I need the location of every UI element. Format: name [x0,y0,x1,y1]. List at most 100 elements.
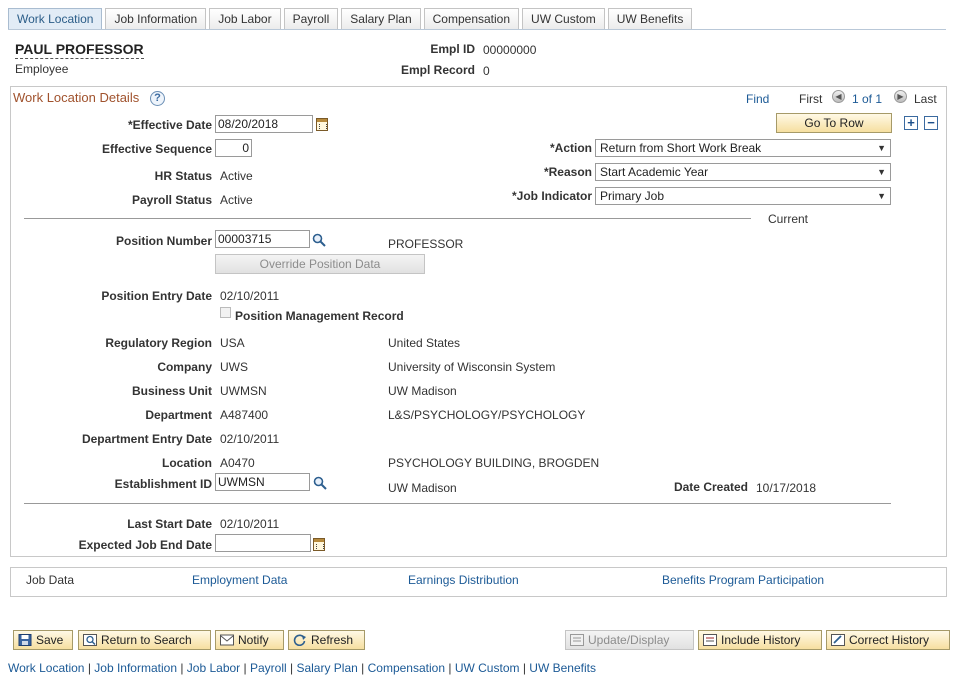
department-label: Department [145,408,212,422]
next-row-icon[interactable]: ▶ [894,90,907,103]
dropdown-arrow-icon: ▼ [877,167,886,177]
position-mgmt-label: Position Management Record [235,309,404,323]
dropdown-arrow-icon: ▼ [877,191,886,201]
footer-link-job-labor[interactable]: Job Labor [187,661,240,675]
hr-status-label: HR Status [154,169,212,183]
return-search-icon [83,634,97,646]
business-unit-value: UWMSN [220,384,267,398]
date-created-label: Date Created [673,480,748,494]
return-to-search-button[interactable]: Return to Search [78,630,211,650]
footer-link-payroll[interactable]: Payroll [250,661,287,675]
company-label: Company [157,360,212,374]
last-start-date-label: Last Start Date [127,517,212,531]
employee-role: Employee [15,62,69,76]
tab-salary-plan[interactable]: Salary Plan [341,8,421,30]
add-row-icon[interactable]: + [904,116,918,130]
include-history-button[interactable]: Include History [698,630,822,650]
department-desc: L&S/PSYCHOLOGY/PSYCHOLOGY [388,408,586,422]
notify-label: Notify [238,633,269,647]
footer-link-uw-benefits[interactable]: UW Benefits [529,661,596,675]
regulatory-region-value: USA [220,336,245,350]
help-icon[interactable]: ? [150,91,165,106]
employment-data-link[interactable]: Employment Data [192,573,287,587]
tab-payroll[interactable]: Payroll [283,8,339,30]
reason-label: *Reason [543,165,592,179]
establishment-id-input[interactable] [215,473,310,491]
employee-name[interactable]: PAUL PROFESSOR [15,41,144,59]
location-desc: PSYCHOLOGY BUILDING, BROGDEN [388,456,600,470]
department-entry-date-value: 02/10/2011 [220,432,280,446]
page-tabs: Work Location Job Information Job Labor … [8,8,695,30]
previous-row-icon[interactable]: ◀ [832,90,845,103]
include-history-label: Include History [721,633,801,647]
tab-uw-custom[interactable]: UW Custom [522,8,605,30]
benefits-program-link[interactable]: Benefits Program Participation [662,573,824,587]
earnings-distribution-link[interactable]: Earnings Distribution [408,573,519,587]
refresh-label: Refresh [311,633,354,647]
save-button[interactable]: Save [13,630,73,650]
position-entry-date-value: 02/10/2011 [220,289,280,303]
override-position-button[interactable]: Override Position Data [215,254,425,274]
tab-work-location[interactable]: Work Location [8,8,103,30]
last-label: Last [914,92,937,106]
position-entry-date-label: Position Entry Date [101,289,212,303]
action-select[interactable]: Return from Short Work Break ▼ [595,139,891,157]
notify-button[interactable]: Notify [215,630,284,650]
date-created-value: 10/17/2018 [756,481,817,495]
empl-record-label: Empl Record [400,63,475,77]
correct-history-label: Correct History [849,633,930,647]
dropdown-arrow-icon: ▼ [877,143,886,153]
effective-date-input[interactable] [215,115,313,133]
footer-link-uw-custom[interactable]: UW Custom [455,661,520,675]
payroll-status-value: Active [220,193,253,207]
effective-sequence-label: Effective Sequence [101,142,212,156]
search-icon[interactable] [312,233,326,247]
tab-compensation[interactable]: Compensation [423,8,520,30]
calendar-icon[interactable] [313,538,325,551]
tab-job-information[interactable]: Job Information [105,8,207,30]
tab-label: Payroll [292,12,330,26]
divider [24,503,891,504]
delete-row-icon[interactable]: − [924,116,938,130]
regulatory-region-desc: United States [388,336,461,350]
position-mgmt-checkbox[interactable] [220,307,231,318]
last-start-date-value: 02/10/2011 [220,517,280,531]
regulatory-region-label: Regulatory Region [105,336,212,350]
expected-job-end-date-input[interactable] [215,534,311,552]
tab-uw-benefits[interactable]: UW Benefits [607,8,693,30]
update-display-label: Update/Display [588,633,670,647]
footer-links: Work Location | Job Information | Job La… [8,661,596,675]
effective-sequence-input[interactable] [215,139,252,157]
refresh-button[interactable]: Refresh [288,630,365,650]
company-desc: University of Wisconsin System [388,360,556,374]
calendar-icon[interactable] [316,118,328,131]
footer-link-work-location[interactable]: Work Location [8,661,84,675]
current-label: Current [768,212,809,226]
reason-select[interactable]: Start Academic Year ▼ [595,163,891,181]
position-number-label: Position Number [115,234,212,248]
footer-link-compensation[interactable]: Compensation [368,661,445,675]
go-to-row-button[interactable]: Go To Row [776,113,892,133]
empl-id-label: Empl ID [430,42,475,56]
expected-job-end-date-label: Expected Job End Date [78,538,212,552]
notify-icon [220,634,234,646]
position-number-input[interactable] [215,230,310,248]
first-label: First [799,92,823,106]
section-title: Work Location Details [13,90,140,105]
footer-link-salary-plan[interactable]: Salary Plan [296,661,357,675]
save-icon [18,634,32,646]
find-link[interactable]: Find [746,92,769,106]
job-indicator-value: Primary Job [600,189,665,203]
correct-history-button[interactable]: Correct History [826,630,950,650]
tab-label: Compensation [432,12,511,26]
refresh-icon [293,634,306,646]
footer-link-job-information[interactable]: Job Information [94,661,177,675]
job-indicator-select[interactable]: Primary Job ▼ [595,187,891,205]
tab-job-labor[interactable]: Job Labor [209,8,281,30]
update-display-button[interactable]: Update/Display [565,630,694,650]
hr-status-value: Active [220,169,253,183]
tab-label: UW Custom [531,12,596,26]
search-icon[interactable] [313,476,327,490]
update-display-icon [570,634,584,646]
tab-divider [8,29,946,30]
